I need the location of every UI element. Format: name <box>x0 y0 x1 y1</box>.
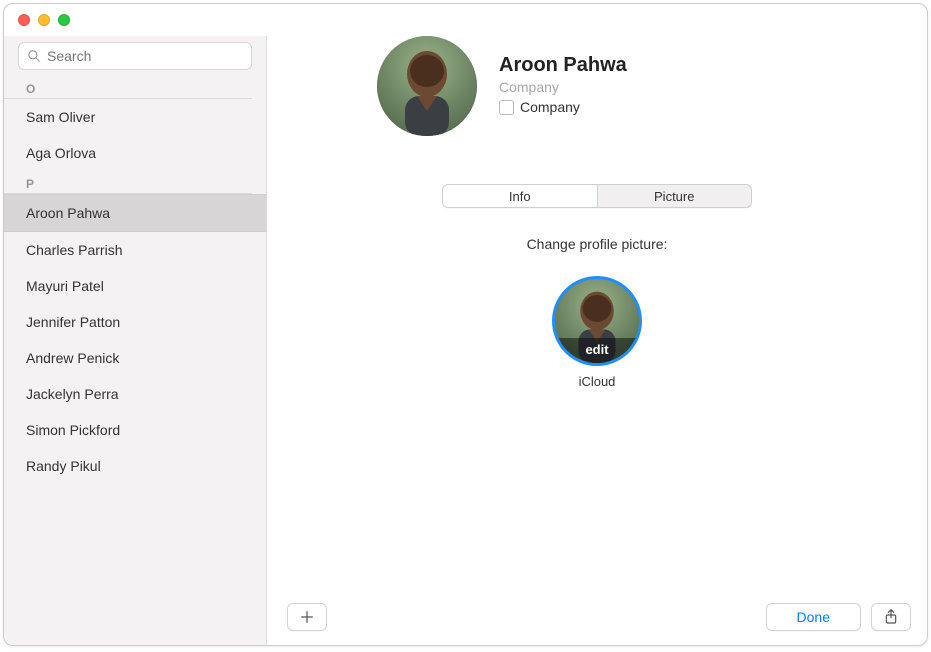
search-icon <box>27 49 41 63</box>
sidebar: OSam OliverAga OrlovaPAroon PahwaCharles… <box>4 36 267 645</box>
company-checkbox[interactable] <box>499 100 514 115</box>
edit-overlay[interactable]: edit <box>555 338 639 363</box>
section-letter: P <box>4 171 252 194</box>
tab-info[interactable]: Info <box>443 185 598 207</box>
contact-row[interactable]: Jennifer Patton <box>4 304 266 340</box>
header-info: Aroon Pahwa Company Company <box>499 36 627 136</box>
tab-segmented-control: Info Picture <box>267 184 927 208</box>
search-input[interactable] <box>47 48 243 64</box>
company-checkbox-label: Company <box>520 99 580 115</box>
picture-thumb-wrap: edit iCloud <box>267 276 927 389</box>
change-picture-label: Change profile picture: <box>267 236 927 252</box>
thumb-caption: iCloud <box>579 374 616 389</box>
company-placeholder[interactable]: Company <box>499 79 627 95</box>
contact-row[interactable]: Aga Orlova <box>4 135 266 171</box>
share-icon <box>883 608 899 626</box>
titlebar <box>4 4 927 36</box>
company-row: Company <box>499 99 627 115</box>
contact-row[interactable]: Andrew Penick <box>4 340 266 376</box>
search-wrap <box>4 36 266 76</box>
minimize-icon[interactable] <box>38 14 50 26</box>
picture-thumb[interactable]: edit <box>552 276 642 366</box>
section-letter: O <box>4 76 252 99</box>
add-button[interactable] <box>287 603 327 631</box>
plus-icon <box>299 609 315 625</box>
content: OSam OliverAga OrlovaPAroon PahwaCharles… <box>4 36 927 645</box>
contact-row[interactable]: Randy Pikul <box>4 448 266 484</box>
bottom-toolbar: Done <box>267 591 927 645</box>
share-button[interactable] <box>871 603 911 631</box>
done-button[interactable]: Done <box>766 603 861 631</box>
contact-row[interactable]: Aroon Pahwa <box>4 194 266 232</box>
avatar[interactable] <box>377 36 477 136</box>
contact-name: Aroon Pahwa <box>499 54 627 77</box>
contacts-window: OSam OliverAga OrlovaPAroon PahwaCharles… <box>3 3 928 646</box>
seg: Info Picture <box>442 184 752 208</box>
maximize-icon[interactable] <box>58 14 70 26</box>
contact-row[interactable]: Jackelyn Perra <box>4 376 266 412</box>
search-field[interactable] <box>18 42 252 70</box>
avatar-image <box>377 36 477 136</box>
contact-row[interactable]: Simon Pickford <box>4 412 266 448</box>
contact-row[interactable]: Charles Parrish <box>4 232 266 268</box>
detail-pane: Aroon Pahwa Company Company Info Picture… <box>267 36 927 645</box>
contact-header: Aroon Pahwa Company Company <box>267 36 927 136</box>
tab-picture[interactable]: Picture <box>598 185 752 207</box>
contact-row[interactable]: Sam Oliver <box>4 99 266 135</box>
contact-row[interactable]: Mayuri Patel <box>4 268 266 304</box>
contact-list: OSam OliverAga OrlovaPAroon PahwaCharles… <box>4 76 266 484</box>
close-icon[interactable] <box>18 14 30 26</box>
